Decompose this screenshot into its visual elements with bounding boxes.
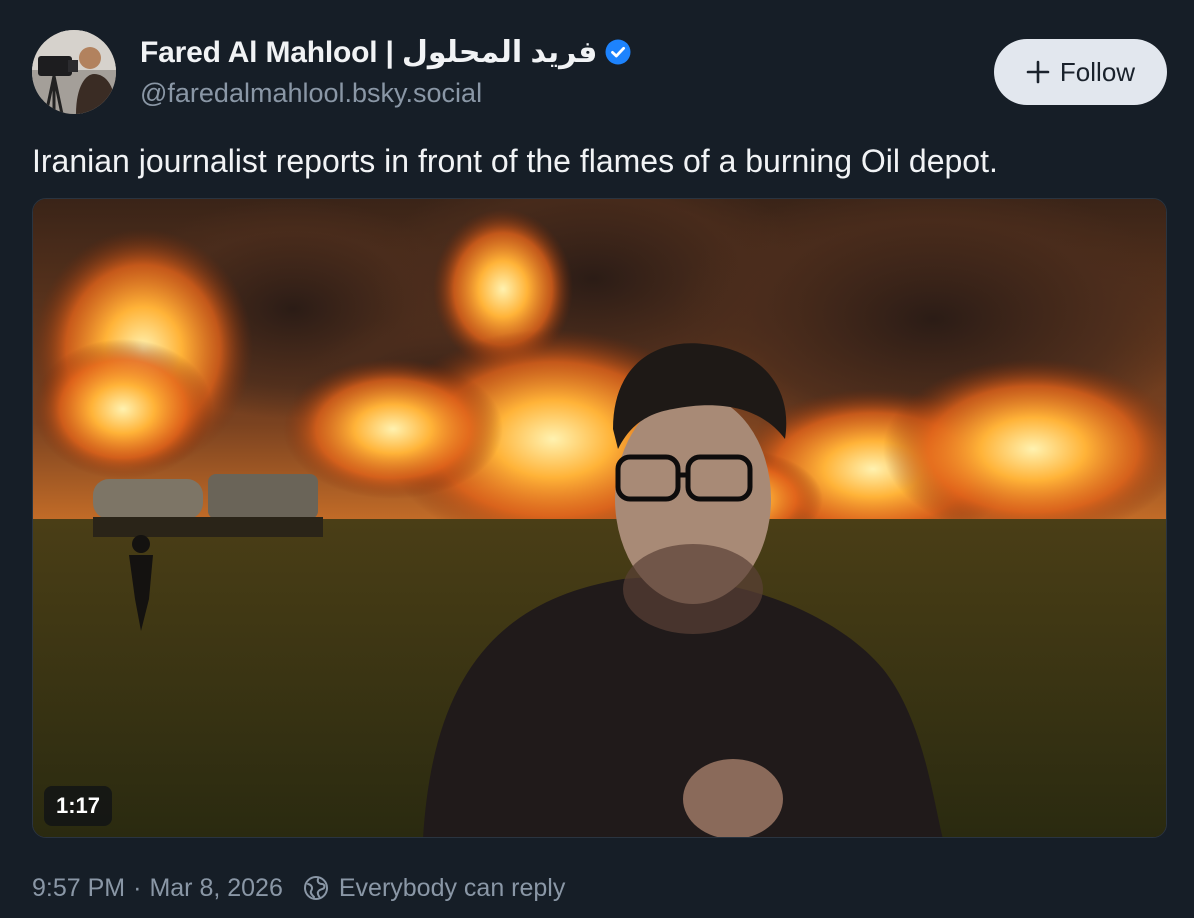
video-thumbnail [33, 199, 1166, 837]
follow-button[interactable]: Follow [994, 39, 1167, 105]
post-text: Iranian journalist reports in front of t… [32, 143, 998, 179]
author-display-name[interactable]: Fared Al Mahlool | فريد المحلول [140, 35, 598, 70]
avatar-image [32, 30, 116, 114]
post-card: Fared Al Mahlool | فريد المحلول @faredal… [0, 0, 1194, 918]
reply-setting[interactable]: Everybody can reply [303, 873, 566, 903]
follow-button-label: Follow [1059, 56, 1136, 87]
post-meta: 9:57 PM · Mar 8, 2026 Everybody can repl… [32, 868, 565, 908]
author-avatar[interactable] [32, 30, 116, 114]
meta-separator: · [133, 873, 142, 902]
globe-icon [303, 875, 329, 901]
plus-icon [1026, 60, 1050, 84]
post-time[interactable]: 9:57 PM [32, 874, 125, 903]
video-player[interactable] [32, 198, 1167, 838]
author-handle[interactable]: @faredalmahlool.bsky.social [140, 78, 482, 109]
reply-setting-label: Everybody can reply [338, 873, 566, 902]
author-name-row: Fared Al Mahlool | فريد المحلول [140, 32, 631, 72]
verified-badge-icon[interactable] [605, 39, 631, 65]
post-date[interactable]: Mar 8, 2026 [149, 874, 282, 903]
video-duration-badge: 1:17 [44, 786, 113, 826]
